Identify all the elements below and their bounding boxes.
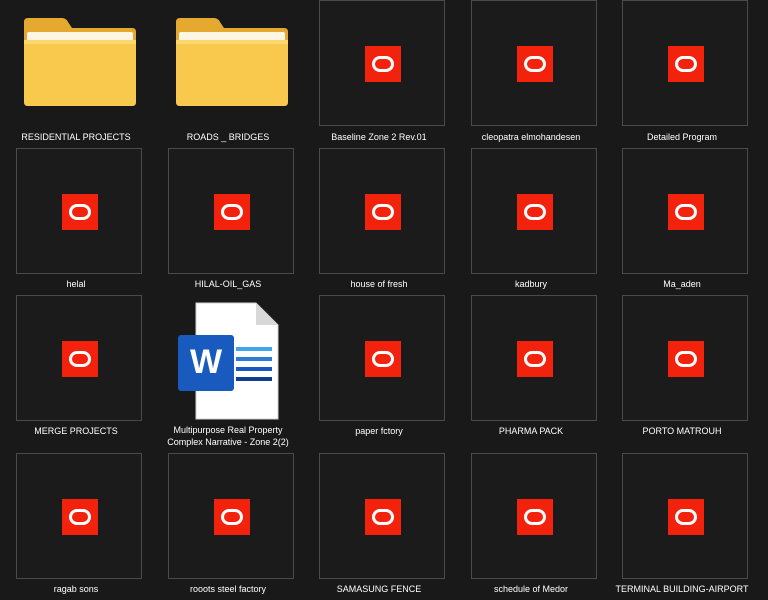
file-item-roads-bridges[interactable]: ROADS _ BRIDGES xyxy=(152,0,304,142)
file-name: Ma_aden xyxy=(663,279,701,289)
oracle-primavera-icon xyxy=(214,194,250,230)
file-item-multipurpose-narrative[interactable]: W Multipurpose Real Property Complex Nar… xyxy=(152,295,304,447)
file-item-samasung-fence[interactable]: SAMASUNG FENCE xyxy=(303,453,455,594)
oracle-primavera-icon xyxy=(62,341,98,377)
thumbnail xyxy=(319,148,445,274)
file-name: RESIDENTIAL PROJECTS xyxy=(21,132,131,142)
word-document-icon: W xyxy=(178,302,279,420)
thumbnail xyxy=(622,0,748,126)
thumbnail xyxy=(16,148,142,274)
thumbnail xyxy=(319,0,445,126)
file-item-hilal-oil-gas[interactable]: HILAL-OIL_GAS xyxy=(152,148,304,289)
file-explorer-grid: RESIDENTIAL PROJECTS ROADS _ BRIDGES Bas… xyxy=(0,0,768,600)
file-name: schedule of Medor xyxy=(493,584,569,594)
file-name: paper fctory xyxy=(355,426,403,436)
thumbnail xyxy=(622,453,748,579)
file-name: PORTO MATROUH xyxy=(642,426,722,436)
file-item-detailed-program[interactable]: Detailed Program xyxy=(606,0,758,142)
oracle-primavera-icon xyxy=(517,341,553,377)
svg-text:W: W xyxy=(190,343,223,381)
file-name: ragab sons xyxy=(53,584,99,594)
thumbnail xyxy=(622,148,748,274)
file-item-merge-projects[interactable]: MERGE PROJECTS xyxy=(0,295,152,436)
oracle-primavera-icon xyxy=(62,194,98,230)
file-item-helal[interactable]: helal xyxy=(0,148,152,289)
oracle-primavera-icon xyxy=(365,194,401,230)
file-item-cleopatra[interactable]: cleopatra elmohandesen xyxy=(455,0,607,142)
file-name: TERMINAL BUILDING-AIRPORT xyxy=(615,584,749,594)
thumbnail xyxy=(471,295,597,421)
thumbnail xyxy=(168,148,294,274)
oracle-primavera-icon xyxy=(214,499,250,535)
thumbnail xyxy=(622,295,748,421)
file-name: Detailed Program xyxy=(646,132,718,142)
oracle-primavera-icon xyxy=(668,46,704,82)
file-item-pharma-pack[interactable]: PHARMA PACK xyxy=(455,295,607,436)
file-name: Multipurpose Real Property Complex Narra… xyxy=(167,425,289,447)
file-item-porto-matrouh[interactable]: PORTO MATROUH xyxy=(606,295,758,436)
file-item-ma-aden[interactable]: Ma_aden xyxy=(606,148,758,289)
oracle-primavera-icon xyxy=(62,499,98,535)
file-name: ROADS _ BRIDGES xyxy=(186,132,270,142)
thumbnail xyxy=(168,0,294,126)
file-name: kadbury xyxy=(514,279,548,289)
thumbnail xyxy=(168,453,294,579)
oracle-primavera-icon xyxy=(517,499,553,535)
thumbnail xyxy=(16,0,142,126)
oracle-primavera-icon xyxy=(365,341,401,377)
thumbnail xyxy=(471,453,597,579)
file-item-kadbury[interactable]: kadbury xyxy=(455,148,607,289)
thumbnail xyxy=(319,295,445,421)
oracle-primavera-icon xyxy=(668,194,704,230)
file-item-house-of-fresh[interactable]: house of fresh xyxy=(303,148,455,289)
file-name: MERGE PROJECTS xyxy=(34,426,118,436)
file-item-paper-fctory[interactable]: paper fctory xyxy=(303,295,455,436)
thumbnail xyxy=(471,148,597,274)
file-name: PHARMA PACK xyxy=(498,426,564,436)
oracle-primavera-icon xyxy=(668,499,704,535)
thumbnail xyxy=(16,453,142,579)
oracle-primavera-icon xyxy=(365,46,401,82)
file-item-ragab-sons[interactable]: ragab sons xyxy=(0,453,152,594)
file-name: HILAL-OIL_GAS xyxy=(194,279,262,289)
file-name: Baseline Zone 2 Rev.01 xyxy=(331,132,427,142)
oracle-primavera-icon xyxy=(668,341,704,377)
thumbnail xyxy=(16,295,142,421)
file-item-residential-projects[interactable]: RESIDENTIAL PROJECTS xyxy=(0,0,152,142)
file-item-rooots-steel-factory[interactable]: rooots steel factory xyxy=(152,453,304,594)
file-name: rooots steel factory xyxy=(189,584,267,594)
folder-icon xyxy=(24,18,136,106)
file-item-schedule-of-medor[interactable]: schedule of Medor xyxy=(455,453,607,594)
oracle-primavera-icon xyxy=(517,194,553,230)
file-name: helal xyxy=(66,279,86,289)
oracle-primavera-icon xyxy=(517,46,553,82)
thumbnail: W xyxy=(168,295,294,421)
thumbnail xyxy=(471,0,597,126)
file-name: house of fresh xyxy=(350,279,408,289)
file-name: cleopatra elmohandesen xyxy=(481,132,581,142)
file-name: SAMASUNG FENCE xyxy=(336,584,422,594)
thumbnail xyxy=(319,453,445,579)
file-item-baseline-zone-2[interactable]: Baseline Zone 2 Rev.01 xyxy=(303,0,455,142)
file-item-terminal-building-airport[interactable]: TERMINAL BUILDING-AIRPORT xyxy=(606,453,758,594)
folder-icon xyxy=(176,18,288,106)
oracle-primavera-icon xyxy=(365,499,401,535)
